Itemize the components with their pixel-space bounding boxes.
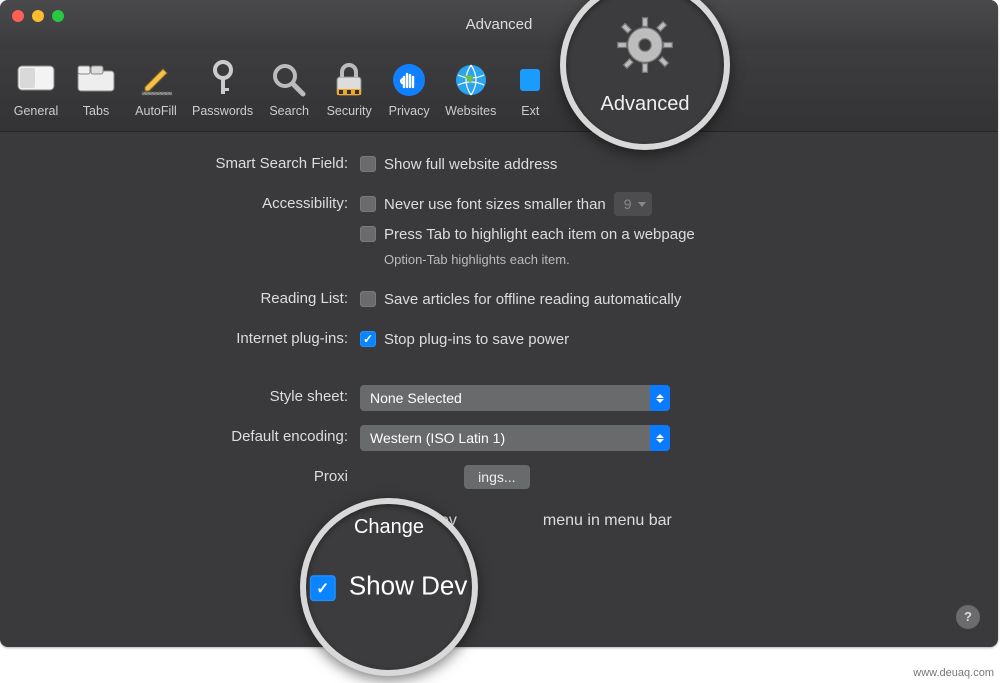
tab-security[interactable]: Security bbox=[321, 56, 377, 122]
option-show-full-address: Show full website address bbox=[384, 156, 557, 173]
tab-label: AutoFill bbox=[135, 104, 177, 118]
tab-search[interactable]: Search bbox=[261, 56, 317, 122]
encoding-select[interactable]: Western (ISO Latin 1) bbox=[360, 425, 670, 451]
traffic-lights bbox=[12, 10, 64, 22]
encoding-value: Western (ISO Latin 1) bbox=[370, 430, 505, 446]
label-proxies: Proxi bbox=[30, 465, 360, 485]
tab-extensions[interactable]: Ext bbox=[504, 56, 556, 122]
window-title: Advanced bbox=[0, 0, 998, 50]
watermark: www.deuaq.com bbox=[913, 667, 994, 679]
font-size-select[interactable]: 9 bbox=[614, 192, 652, 216]
pencil-icon bbox=[134, 58, 178, 102]
label-plugins: Internet plug-ins: bbox=[30, 327, 360, 347]
content-area: Smart Search Field: Show full website ad… bbox=[0, 132, 998, 647]
label-accessibility: Accessibility: bbox=[30, 192, 360, 212]
callout-advanced-label: Advanced bbox=[601, 93, 690, 116]
hand-icon bbox=[387, 58, 431, 102]
tab-label: Tabs bbox=[83, 104, 109, 118]
lock-icon bbox=[327, 58, 371, 102]
tab-label: Passwords bbox=[192, 104, 253, 118]
key-icon bbox=[201, 58, 245, 102]
callout-show-develop: Change Show Dev bbox=[300, 498, 478, 676]
hint-option-tab: Option-Tab highlights each item. bbox=[384, 252, 968, 267]
label-smart-search: Smart Search Field: bbox=[30, 152, 360, 172]
close-button[interactable] bbox=[12, 10, 24, 22]
checkbox-press-tab[interactable] bbox=[360, 226, 376, 242]
option-never-font-smaller: Never use font sizes smaller than bbox=[384, 196, 606, 213]
checkbox-never-font-smaller[interactable] bbox=[360, 196, 376, 212]
magnifier-icon bbox=[267, 58, 311, 102]
label-stylesheet: Style sheet: bbox=[30, 385, 360, 405]
label-encoding: Default encoding: bbox=[30, 425, 360, 445]
change-settings-button[interactable]: ings... bbox=[464, 465, 529, 489]
tabs-icon bbox=[74, 58, 118, 102]
tab-passwords[interactable]: Passwords bbox=[188, 56, 257, 122]
tab-general[interactable]: General bbox=[8, 56, 64, 122]
preferences-window: Advanced General Tabs AutoFill Passwords bbox=[0, 0, 998, 647]
tab-label: Privacy bbox=[389, 104, 430, 118]
puzzle-icon bbox=[508, 58, 552, 102]
gear-icon bbox=[614, 14, 676, 87]
label-reading-list: Reading List: bbox=[30, 287, 360, 307]
tab-autofill[interactable]: AutoFill bbox=[128, 56, 184, 122]
tab-label: Websites bbox=[445, 104, 496, 118]
stylesheet-value: None Selected bbox=[370, 390, 462, 406]
checkbox-show-full-address[interactable] bbox=[360, 156, 376, 172]
chevron-updown-icon bbox=[650, 425, 670, 451]
toolbar: General Tabs AutoFill Passwords Search bbox=[0, 50, 998, 132]
tab-label: Search bbox=[269, 104, 309, 118]
zoom-button[interactable] bbox=[52, 10, 64, 22]
chevron-updown-icon bbox=[650, 385, 670, 411]
tab-websites[interactable]: Websites bbox=[441, 56, 500, 122]
stylesheet-select[interactable]: None Selected bbox=[360, 385, 670, 411]
tab-label: Security bbox=[327, 104, 372, 118]
switch-icon bbox=[14, 58, 58, 102]
tab-privacy[interactable]: Privacy bbox=[381, 56, 437, 122]
help-button[interactable]: ? bbox=[956, 605, 980, 629]
option-save-articles: Save articles for offline reading automa… bbox=[384, 291, 681, 308]
checkbox-show-develop-zoom bbox=[310, 574, 336, 600]
checkbox-save-articles[interactable] bbox=[360, 291, 376, 307]
callout-change-fragment: Change bbox=[354, 516, 424, 539]
minimize-button[interactable] bbox=[32, 10, 44, 22]
option-stop-plugins: Stop plug-ins to save power bbox=[384, 331, 569, 348]
option-press-tab: Press Tab to highlight each item on a we… bbox=[384, 226, 695, 243]
tab-label: Ext bbox=[521, 104, 539, 118]
checkbox-stop-plugins[interactable] bbox=[360, 331, 376, 347]
globe-icon bbox=[449, 58, 493, 102]
callout-show-dev-text: Show Dev bbox=[349, 572, 468, 602]
tab-label: General bbox=[14, 104, 58, 118]
tab-tabs[interactable]: Tabs bbox=[68, 56, 124, 122]
titlebar: Advanced bbox=[0, 0, 998, 50]
option-show-develop-suffix: menu in menu bar bbox=[543, 512, 672, 530]
